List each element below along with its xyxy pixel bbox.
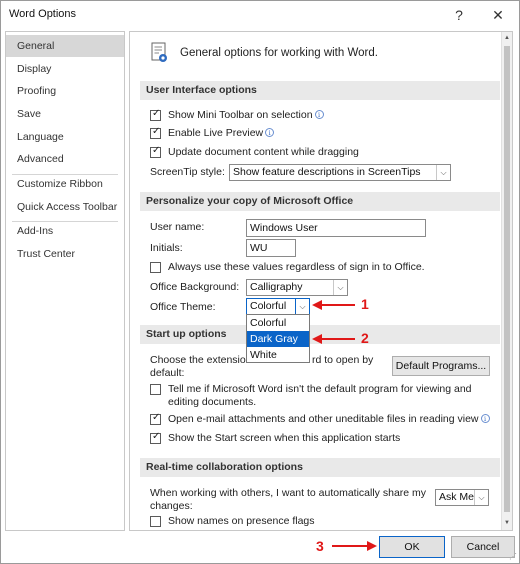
tell-me-label-cont: editing documents. xyxy=(168,396,257,408)
section-startup: Start up options xyxy=(140,325,500,344)
sidebar-item-trust-center[interactable]: Trust Center xyxy=(6,243,124,265)
sidebar-item-display[interactable]: Display xyxy=(6,58,124,80)
general-options-panel: General options for working with Word. U… xyxy=(129,31,513,531)
screentip-label: ScreenTip style: xyxy=(150,166,225,178)
panel-header: General options for working with Word. xyxy=(180,47,378,59)
annotation-number-1: 1 xyxy=(361,296,369,312)
mini-toolbar-checkbox[interactable]: ✓ xyxy=(150,108,161,121)
checkmark-icon: ✓ xyxy=(152,145,161,156)
title-bar: Word Options ? ✕ xyxy=(1,1,519,29)
username-input[interactable]: Windows User xyxy=(246,219,426,237)
open-email-label: Open e-mail attachments and other unedit… xyxy=(168,413,490,425)
share-changes-label: When working with others, I want to auto… xyxy=(150,487,427,499)
open-email-checkbox[interactable]: ✓ xyxy=(150,412,161,425)
sidebar-item-language[interactable]: Language xyxy=(6,126,124,148)
chevron-down-icon[interactable]: ⌵ xyxy=(474,490,488,505)
sidebar: General Display Proofing Save Language A… xyxy=(5,31,125,531)
mini-toolbar-label: Show Mini Toolbar on selection i xyxy=(168,109,324,121)
word-options-dialog: Word Options ? ✕ General Display Proofin… xyxy=(0,0,520,564)
update-dragging-checkbox[interactable]: ✓ xyxy=(150,145,161,158)
close-icon[interactable]: ✕ xyxy=(487,5,509,25)
choose-extension-label: Choose the extension xyxy=(150,354,252,366)
sidebar-item-advanced[interactable]: Advanced xyxy=(6,148,124,170)
checkmark-icon: ✓ xyxy=(152,412,161,423)
checkmark-icon: ✓ xyxy=(152,431,161,442)
initials-input[interactable]: WU xyxy=(246,239,296,257)
share-changes-value: Ask Me xyxy=(439,491,475,503)
presence-flags-checkbox[interactable] xyxy=(150,516,161,527)
sidebar-item-customize-ribbon[interactable]: Customize Ribbon xyxy=(6,173,124,195)
resize-grip-icon[interactable]: ⋰ xyxy=(509,552,517,561)
annotation-number-2: 2 xyxy=(361,330,369,346)
theme-option-colorful[interactable]: Colorful xyxy=(247,315,309,331)
checkmark-icon: ✓ xyxy=(152,108,161,119)
sidebar-item-general[interactable]: General xyxy=(6,35,124,57)
ok-button[interactable]: OK xyxy=(379,536,445,558)
section-realtime: Real-time collaboration options xyxy=(140,458,500,477)
show-start-label: Show the Start screen when this applicat… xyxy=(168,432,401,444)
default-programs-button[interactable]: Default Programs... xyxy=(392,356,490,376)
office-background-value: Calligraphy xyxy=(250,281,303,293)
annotation-number-3: 3 xyxy=(316,538,324,554)
section-personalize: Personalize your copy of Microsoft Offic… xyxy=(140,192,500,211)
live-preview-label: Enable Live Preview i xyxy=(168,127,275,139)
sidebar-item-proofing[interactable]: Proofing xyxy=(6,80,124,102)
office-background-select[interactable]: Calligraphy ⌵ xyxy=(246,279,348,296)
office-theme-label: Office Theme: xyxy=(150,301,216,313)
tell-me-checkbox[interactable] xyxy=(150,384,161,395)
info-icon[interactable]: i xyxy=(265,128,275,137)
vertical-scrollbar[interactable]: ▲ ▼ xyxy=(501,32,512,530)
help-icon[interactable]: ? xyxy=(448,5,470,25)
live-preview-checkbox[interactable]: ✓ xyxy=(150,126,161,139)
tell-me-label: Tell me if Microsoft Word isn't the defa… xyxy=(168,383,472,395)
cancel-button[interactable]: Cancel xyxy=(451,536,515,558)
section-user-interface: User Interface options xyxy=(140,81,500,100)
screentip-select[interactable]: Show feature descriptions in ScreenTips … xyxy=(229,164,451,181)
sidebar-item-add-ins[interactable]: Add-Ins xyxy=(6,220,124,242)
annotation-arrowhead-3 xyxy=(367,541,377,551)
theme-option-white[interactable]: White xyxy=(247,347,309,363)
office-background-label: Office Background: xyxy=(150,281,240,293)
always-use-checkbox[interactable] xyxy=(150,262,161,273)
always-use-label: Always use these values regardless of si… xyxy=(168,261,425,273)
username-label: User name: xyxy=(150,221,205,233)
update-dragging-label: Update document content while dragging xyxy=(168,146,359,158)
chevron-down-icon[interactable]: ⌵ xyxy=(436,165,450,180)
show-start-checkbox[interactable]: ✓ xyxy=(150,431,161,444)
share-changes-select[interactable]: Ask Me ⌵ xyxy=(435,489,489,506)
screentip-value: Show feature descriptions in ScreenTips xyxy=(233,166,421,178)
window-title: Word Options xyxy=(9,8,77,20)
settings-document-icon xyxy=(151,42,167,62)
chevron-down-icon[interactable]: ⌵ xyxy=(333,280,347,295)
chevron-down-icon[interactable]: ⌵ xyxy=(295,299,309,314)
checkmark-icon: ✓ xyxy=(152,126,161,137)
theme-option-dark-gray[interactable]: Dark Gray xyxy=(247,331,309,347)
office-theme-dropdown-list: Colorful Dark Gray White xyxy=(246,314,310,363)
info-icon[interactable]: i xyxy=(480,414,490,423)
scrollbar-thumb[interactable] xyxy=(504,46,510,512)
office-theme-value: Colorful xyxy=(250,300,287,312)
sidebar-item-save[interactable]: Save xyxy=(6,103,124,125)
initials-label: Initials: xyxy=(150,242,183,254)
choose-extension-label-tail: rd to open by xyxy=(312,354,374,366)
info-icon[interactable]: i xyxy=(314,110,324,119)
sidebar-item-quick-access-toolbar[interactable]: Quick Access Toolbar xyxy=(6,196,124,218)
scroll-down-icon[interactable]: ▼ xyxy=(502,518,512,529)
choose-extension-label-cont: default: xyxy=(150,367,185,379)
office-theme-select[interactable]: Colorful ⌵ xyxy=(246,298,310,315)
share-changes-label-cont: changes: xyxy=(150,500,193,512)
scroll-up-icon[interactable]: ▲ xyxy=(502,33,512,44)
presence-flags-label: Show names on presence flags xyxy=(168,515,315,527)
